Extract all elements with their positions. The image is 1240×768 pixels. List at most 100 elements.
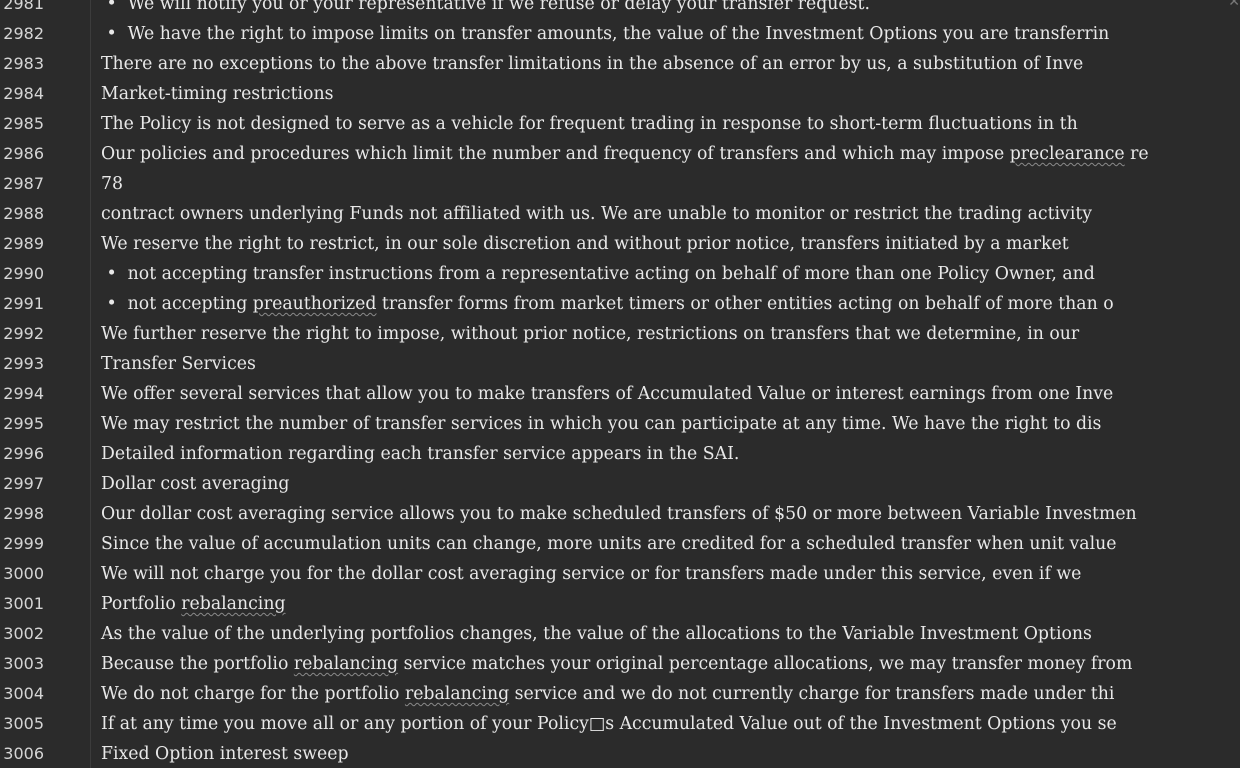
line-number: 3005	[3, 714, 44, 733]
editor-line[interactable]: 3005 If at any time you move all or any p…	[0, 709, 1240, 739]
line-text[interactable]: Market-timing restrictions	[101, 79, 333, 109]
line-number: 2989	[3, 234, 44, 253]
line-text[interactable]: We do not charge for the portfolio rebal…	[101, 679, 1114, 709]
text-run: re	[1124, 144, 1149, 164]
text-run: contract owners underlying Funds not aff…	[101, 204, 1093, 224]
text-run: We do not charge for the portfolio	[101, 684, 405, 704]
editor-lines: 2981 • We will notify you or your repres…	[0, 0, 1240, 768]
editor-line[interactable]: 3002 As the value of the underlying portf…	[0, 619, 1240, 649]
line-text[interactable]: • not accepting preauthorized transfer f…	[101, 289, 1114, 319]
line-text[interactable]: Fixed Option interest sweep	[101, 739, 349, 768]
line-text[interactable]: Detailed information regarding each tran…	[101, 439, 739, 469]
editor-line[interactable]: 2993 Transfer Services	[0, 349, 1240, 379]
text-run: There are no exceptions to the above tra…	[101, 54, 1084, 74]
editor-line[interactable]: 2984 Market-timing restrictions	[0, 79, 1240, 109]
spellcheck-word: preclearance	[1009, 144, 1125, 164]
spellcheck-word: preauthorized	[252, 294, 377, 314]
line-number: 2995	[3, 414, 44, 433]
line-text[interactable]: There are no exceptions to the above tra…	[101, 49, 1083, 79]
editor-line[interactable]: 2986 Our policies and procedures which li…	[0, 139, 1240, 169]
editor-line[interactable]: 2989 We reserve the right to restrict, in…	[0, 229, 1240, 259]
line-text[interactable]: We further reserve the right to impose, …	[101, 319, 1079, 349]
line-text[interactable]: We may restrict the number of transfer s…	[101, 409, 1101, 439]
editor-line[interactable]: 2994 We offer several services that allow…	[0, 379, 1240, 409]
editor-line[interactable]: 2983 There are no exceptions to the above…	[0, 49, 1240, 79]
line-number: 2986	[3, 144, 44, 163]
text-editor[interactable]: 2981 • We will notify you or your repres…	[0, 0, 1240, 768]
line-number: 3003	[3, 654, 44, 673]
text-run: The Policy is not designed to serve as a…	[101, 114, 1078, 134]
editor-line[interactable]: 3004 We do not charge for the portfolio r…	[0, 679, 1240, 709]
line-text[interactable]: We offer several services that allow you…	[101, 379, 1113, 409]
line-number: 2998	[3, 504, 44, 523]
editor-line[interactable]: 2981 • We will notify you or your repres…	[0, 0, 1240, 19]
editor-line[interactable]: 3006 Fixed Option interest sweep	[0, 739, 1240, 768]
line-number: 3002	[3, 624, 44, 643]
line-text[interactable]: Transfer Services	[101, 349, 256, 379]
line-text[interactable]: • We have the right to impose limits on …	[101, 19, 1109, 49]
text-run: We may restrict the number of transfer s…	[101, 414, 1102, 434]
line-number: 2987	[3, 174, 44, 193]
editor-line[interactable]: 3000 We will not charge you for the dolla…	[0, 559, 1240, 589]
text-run: service and we do not currently charge f…	[509, 684, 1115, 704]
text-run: service matches your original percentage…	[398, 654, 1133, 674]
line-number: 3004	[3, 684, 44, 703]
editor-line[interactable]: 2998 Our dollar cost averaging service al…	[0, 499, 1240, 529]
editor-line[interactable]: 2987 78	[0, 169, 1240, 199]
editor-line[interactable]: 2985 The Policy is not designed to serve …	[0, 109, 1240, 139]
line-number: 2996	[3, 444, 44, 463]
line-text[interactable]: Since the value of accumulation units ca…	[101, 529, 1117, 559]
text-run: • We have the right to impose limits on …	[101, 24, 1110, 44]
text-run: Our policies and procedures which limit …	[101, 144, 1010, 164]
text-run: Transfer Services	[101, 354, 256, 374]
line-text[interactable]: Because the portfolio rebalancing servic…	[101, 649, 1132, 679]
text-run: • not accepting	[101, 294, 253, 314]
editor-line[interactable]: 2982 • We have the right to impose limit…	[0, 19, 1240, 49]
line-number: 2985	[3, 114, 44, 133]
line-text[interactable]: contract owners underlying Funds not aff…	[101, 199, 1092, 229]
editor-line[interactable]: 2995 We may restrict the number of transf…	[0, 409, 1240, 439]
line-text[interactable]: Portfolio rebalancing	[101, 589, 286, 619]
text-run: Detailed information regarding each tran…	[101, 444, 740, 464]
close-icon[interactable]: ✕	[1228, 0, 1240, 10]
text-run: Fixed Option interest sweep	[101, 744, 349, 764]
line-number: 2997	[3, 474, 44, 493]
line-number: 2990	[3, 264, 44, 283]
text-run: • We will notify you or your representat…	[101, 0, 870, 14]
line-text[interactable]: As the value of the underlying portfolio…	[101, 619, 1092, 649]
text-run: Portfolio	[101, 594, 182, 614]
editor-line[interactable]: 3003 Because the portfolio rebalancing se…	[0, 649, 1240, 679]
editor-line[interactable]: 2996 Detailed information regarding each …	[0, 439, 1240, 469]
editor-line[interactable]: 2991 • not accepting preauthorized trans…	[0, 289, 1240, 319]
line-number: 2988	[3, 204, 44, 223]
text-run: transfer forms from market timers or oth…	[376, 294, 1114, 314]
line-text[interactable]: 78	[101, 169, 123, 199]
text-run: We reserve the right to restrict, in our…	[101, 234, 1069, 254]
text-run: We will not charge you for the dollar co…	[101, 564, 1082, 584]
line-text[interactable]: We reserve the right to restrict, in our…	[101, 229, 1069, 259]
line-number: 3006	[3, 744, 44, 763]
line-text[interactable]: Dollar cost averaging	[101, 469, 289, 499]
line-text[interactable]: If at any time you move all or any porti…	[101, 709, 1117, 739]
text-run: 78	[101, 174, 123, 194]
line-text[interactable]: Our policies and procedures which limit …	[101, 139, 1149, 169]
line-number: 3000	[3, 564, 44, 583]
text-run: • not accepting transfer instructions fr…	[101, 264, 1095, 284]
line-text[interactable]: • not accepting transfer instructions fr…	[101, 259, 1095, 289]
line-text[interactable]: Our dollar cost averaging service allows…	[101, 499, 1137, 529]
line-text[interactable]: • We will notify you or your representat…	[101, 0, 870, 19]
line-number: 2983	[3, 54, 44, 73]
editor-line[interactable]: 2990 • not accepting transfer instructio…	[0, 259, 1240, 289]
editor-line[interactable]: 2999 Since the value of accumulation unit…	[0, 529, 1240, 559]
line-text[interactable]: We will not charge you for the dollar co…	[101, 559, 1081, 589]
line-number: 2984	[3, 84, 44, 103]
line-number: 2982	[3, 24, 44, 43]
editor-line[interactable]: 2988 contract owners underlying Funds not…	[0, 199, 1240, 229]
editor-line[interactable]: 2992 We further reserve the right to impo…	[0, 319, 1240, 349]
editor-line[interactable]: 3001 Portfolio rebalancing	[0, 589, 1240, 619]
editor-line[interactable]: 2997 Dollar cost averaging	[0, 469, 1240, 499]
text-run: Dollar cost averaging	[101, 474, 290, 494]
line-number: 2992	[3, 324, 44, 343]
line-text[interactable]: The Policy is not designed to serve as a…	[101, 109, 1078, 139]
text-run: Market-timing restrictions	[101, 84, 334, 104]
